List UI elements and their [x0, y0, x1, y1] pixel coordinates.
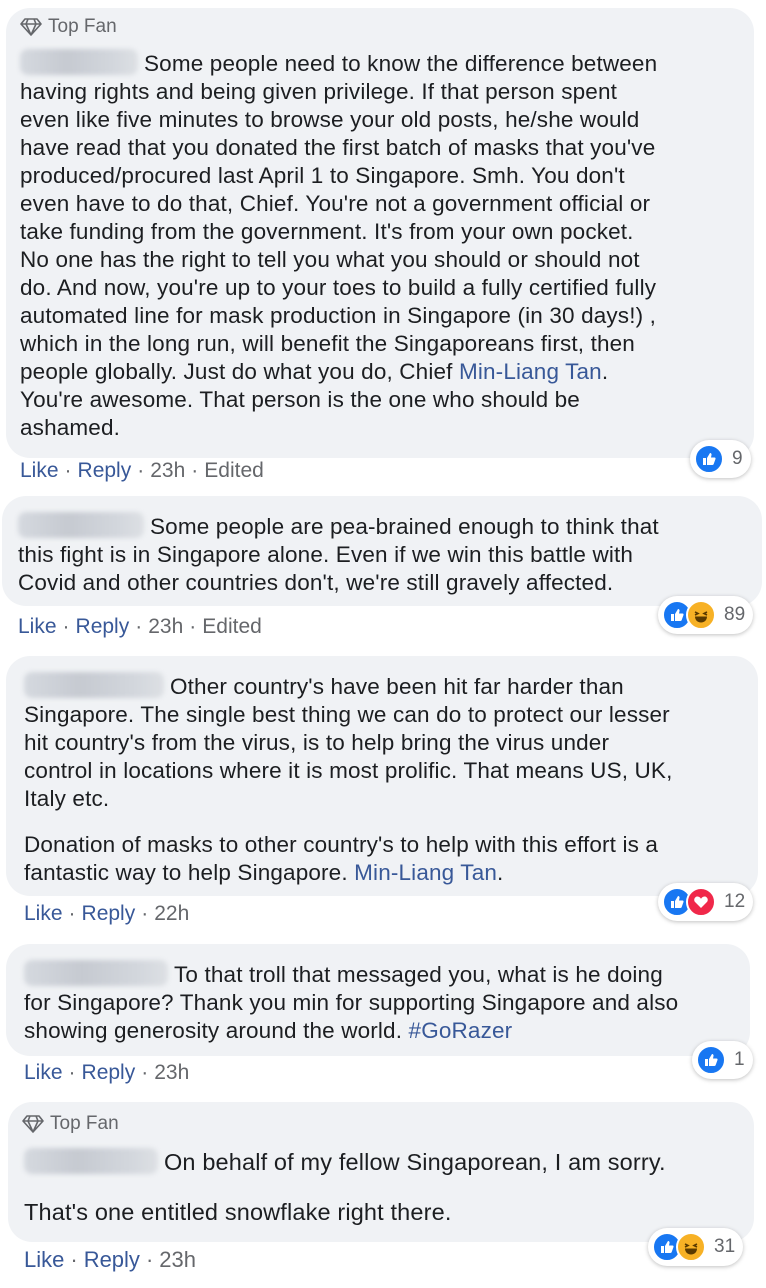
blurred-author-name [20, 49, 138, 75]
reaction-summary[interactable]: 31 [648, 1228, 744, 1266]
like-link[interactable]: Like [24, 902, 63, 926]
comment-text: Some people need to know the difference … [20, 49, 658, 440]
timestamp[interactable]: 22h [154, 902, 189, 926]
reaction-summary[interactable]: 1 [692, 1041, 753, 1079]
like-link[interactable]: Like [20, 459, 59, 483]
top-fan-badge: Top Fan [22, 1113, 119, 1135]
comment-actions: Like · Reply · 23h · Edited [20, 459, 264, 483]
timestamp[interactable]: 23h [159, 1247, 196, 1273]
mention-link[interactable]: Min-Liang Tan [459, 359, 602, 384]
comment-actions: Like · Reply · 23h [24, 1247, 196, 1273]
reply-link[interactable]: Reply [78, 459, 132, 483]
comment-actions: Like · Reply · 22h [24, 902, 190, 926]
timestamp[interactable]: 23h [154, 1061, 189, 1085]
diamond-icon [20, 17, 42, 37]
reply-link[interactable]: Reply [82, 1061, 136, 1085]
timestamp[interactable]: 23h [150, 459, 185, 483]
diamond-icon [22, 1114, 44, 1134]
badge-label: Top Fan [50, 1113, 119, 1134]
mention-link[interactable]: Min-Liang Tan [354, 860, 497, 885]
reaction-count: 31 [714, 1236, 736, 1257]
reply-link[interactable]: Reply [76, 615, 130, 639]
haha-reaction-icon [686, 600, 716, 630]
reaction-summary[interactable]: 9 [690, 440, 751, 478]
reaction-count: 89 [724, 604, 746, 625]
comment-text: To that troll that messaged you, what is… [24, 960, 679, 1043]
edited-label: Edited [202, 615, 262, 638]
blurred-author-name [18, 512, 144, 538]
reaction-count: 1 [734, 1049, 745, 1070]
blurred-author-name [24, 960, 168, 986]
reaction-summary[interactable]: 12 [658, 883, 754, 921]
reaction-summary[interactable]: 89 [658, 596, 754, 634]
top-fan-badge: Top Fan [20, 16, 117, 38]
blurred-author-name [24, 1148, 158, 1174]
edited-label: Edited [204, 459, 264, 482]
hashtag-link[interactable]: #GoRazer [409, 1018, 513, 1043]
love-reaction-icon [686, 887, 716, 917]
like-link[interactable]: Like [24, 1061, 63, 1085]
comment-actions: Like · Reply · 23h · Edited [18, 615, 262, 639]
reaction-count: 12 [724, 891, 746, 912]
badge-label: Top Fan [48, 16, 117, 37]
timestamp[interactable]: 23h [148, 615, 183, 639]
like-reaction-icon [696, 1045, 726, 1075]
comment-text: Other country's have been hit far harder… [24, 672, 673, 885]
reply-link[interactable]: Reply [84, 1247, 140, 1273]
comment-text: On behalf of my fellow Singaporean, I am… [24, 1148, 666, 1225]
reaction-count: 9 [732, 448, 743, 469]
comment-actions: Like · Reply · 23h [24, 1061, 190, 1085]
comment-text: Some people are pea-brained enough to th… [18, 512, 659, 595]
like-link[interactable]: Like [24, 1247, 64, 1273]
reply-link[interactable]: Reply [82, 902, 136, 926]
like-reaction-icon [694, 444, 724, 474]
haha-reaction-icon [676, 1232, 706, 1262]
like-link[interactable]: Like [18, 615, 57, 639]
blurred-author-name [24, 672, 164, 698]
